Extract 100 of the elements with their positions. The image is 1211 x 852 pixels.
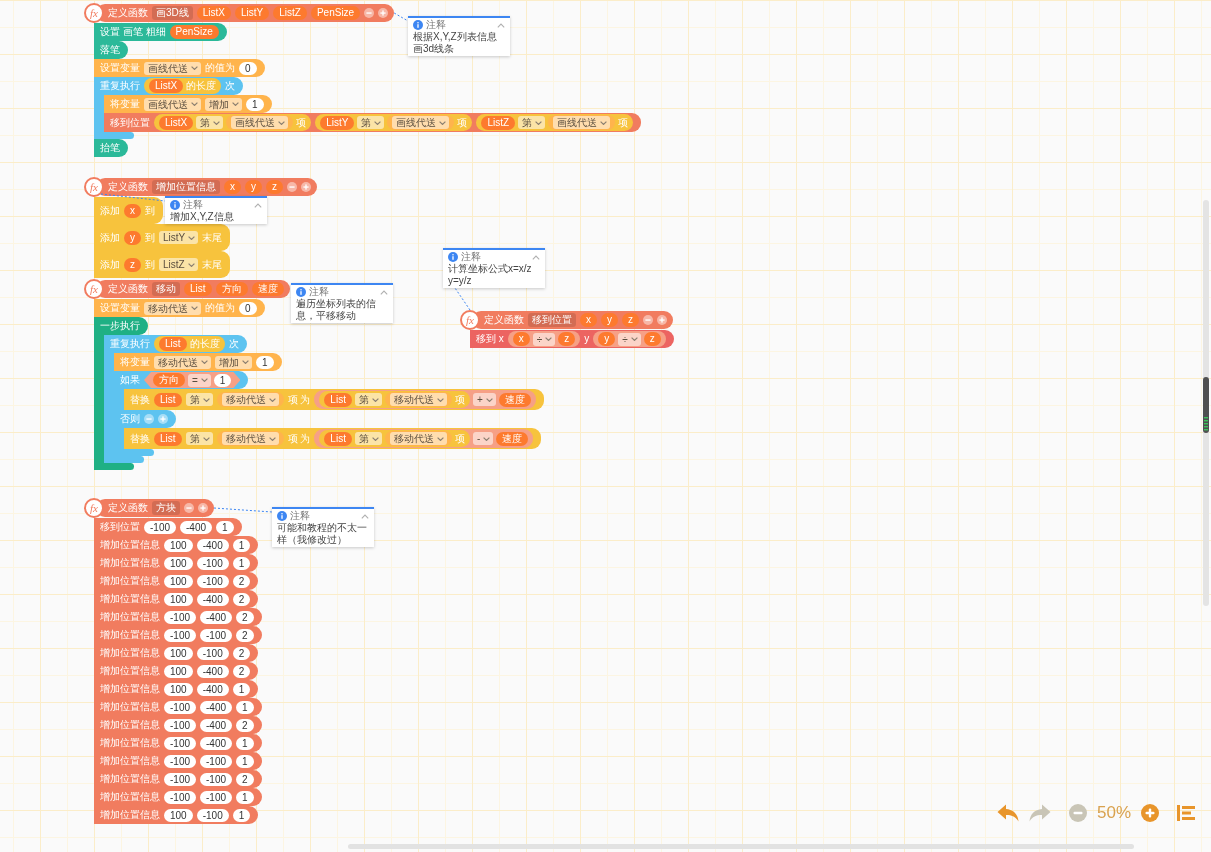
dropdown-field[interactable]: + xyxy=(472,393,496,406)
number-field[interactable]: -100 xyxy=(196,556,229,570)
number-field[interactable]: 1 xyxy=(236,700,254,714)
math-reporter[interactable]: List 第 移动代送 项 - 速度 xyxy=(314,429,534,448)
dropdown-field[interactable]: 画线代送 xyxy=(144,97,201,111)
variable-block[interactable]: 设置变量 移动代送 的值为 0 xyxy=(94,299,265,317)
number-field[interactable]: -100 xyxy=(164,754,196,768)
dropdown-field[interactable]: 画线代送 xyxy=(144,61,201,75)
variable-block[interactable]: 将变量 移动代送 增加 1 xyxy=(114,353,282,371)
number-field[interactable]: 2 xyxy=(236,610,254,624)
math-reporter[interactable]: x ÷ z xyxy=(507,331,581,347)
chevron-up-icon[interactable] xyxy=(361,513,369,519)
list-block[interactable]: 添加 y 到 ListY 末尾 xyxy=(94,224,231,251)
number-field[interactable]: -400 xyxy=(196,664,229,678)
function-call-block[interactable]: 增加位置信息 -100 -400 1 xyxy=(94,698,262,716)
math-reporter[interactable]: List 第 移动代送 项 + 速度 xyxy=(314,390,536,409)
number-field[interactable]: -100 xyxy=(196,808,229,822)
list-item-reporter[interactable]: ListZ 第 画线代送 项 xyxy=(476,114,634,131)
function-call-block[interactable]: 增加位置信息 -100 -100 1 xyxy=(94,788,262,806)
dropdown-field[interactable]: 移动代送 xyxy=(221,432,279,445)
number-field[interactable]: 1 xyxy=(232,556,251,570)
dropdown-field[interactable]: ListZ xyxy=(159,258,198,271)
number-field[interactable]: -100 xyxy=(200,754,233,768)
number-field[interactable]: 100 xyxy=(164,808,193,822)
number-field[interactable]: 1 xyxy=(236,790,254,804)
number-field[interactable]: 1 xyxy=(236,736,254,750)
number-field[interactable]: -400 xyxy=(180,520,213,534)
chevron-up-icon[interactable] xyxy=(380,289,388,295)
chevron-up-icon[interactable] xyxy=(532,254,540,260)
number-field[interactable]: -100 xyxy=(164,772,196,786)
variable-getter[interactable]: 画线代送 xyxy=(548,115,616,130)
variable-getter[interactable]: 移动代送 xyxy=(216,431,284,446)
number-field[interactable]: -100 xyxy=(164,700,196,714)
variable-block[interactable]: 设置变量 画线代送 的值为 0 xyxy=(94,59,265,77)
align-left-icon[interactable] xyxy=(1177,805,1196,821)
if-block[interactable]: 如果 方向 = 1 xyxy=(114,371,249,389)
function-call-block[interactable]: 增加位置信息 100 -100 1 xyxy=(94,554,259,572)
list-block[interactable]: 添加 z 到 ListZ 末尾 xyxy=(94,251,230,278)
dropdown-field[interactable]: 增加 xyxy=(215,355,252,369)
number-field[interactable]: 100 xyxy=(164,556,193,570)
function-call-block[interactable]: 移到位置 ListX 第 画线代送 项 ListY 第 画线代送 项 ListZ 第 画线代送 项 xyxy=(104,113,642,132)
list-item-reporter[interactable]: ListX 第 画线代送 项 xyxy=(154,114,312,131)
dropdown-field[interactable]: 移动代送 xyxy=(144,301,201,315)
plus-circle-icon[interactable] xyxy=(378,8,389,18)
number-field[interactable]: -100 xyxy=(200,790,233,804)
variable-getter[interactable]: 移动代送 xyxy=(216,392,284,407)
math-reporter[interactable]: y ÷ z xyxy=(593,331,666,347)
chevron-up-icon[interactable] xyxy=(254,202,262,208)
dropdown-field[interactable]: 画线代送 xyxy=(392,116,450,129)
number-field[interactable]: 2 xyxy=(236,772,254,786)
number-field[interactable]: -100 xyxy=(144,520,176,534)
function-call-block[interactable]: 增加位置信息 100 -400 2 xyxy=(94,590,259,608)
variable-getter[interactable]: 移动代送 xyxy=(384,392,452,407)
function-call-block[interactable]: 增加位置信息 -100 -100 1 xyxy=(94,752,262,770)
number-field[interactable]: 0 xyxy=(239,61,257,75)
number-field[interactable]: 100 xyxy=(164,664,193,678)
dropdown-field[interactable]: ÷ xyxy=(618,332,641,346)
function-call-block[interactable]: 移到位置 -100 -400 1 xyxy=(94,518,242,536)
function-call-block[interactable]: 增加位置信息 -100 -400 2 xyxy=(94,608,262,626)
number-field[interactable]: 1 xyxy=(232,682,251,696)
number-field[interactable]: -100 xyxy=(164,610,196,624)
number-field[interactable]: -400 xyxy=(196,538,229,552)
function-call-block[interactable]: 增加位置信息 -100 -100 2 xyxy=(94,770,262,788)
number-field[interactable]: 100 xyxy=(164,682,193,696)
dropdown-field[interactable]: = xyxy=(188,373,211,387)
dropdown-field[interactable]: - xyxy=(472,432,494,445)
dropdown-field[interactable]: 移动代送 xyxy=(389,432,447,445)
number-field[interactable]: -100 xyxy=(200,628,233,642)
number-field[interactable]: -100 xyxy=(164,718,196,732)
vertical-scrollbar-thumb[interactable] xyxy=(1203,377,1209,433)
number-field[interactable]: -400 xyxy=(200,610,233,624)
number-field[interactable]: -100 xyxy=(164,736,196,750)
horizontal-scrollbar[interactable] xyxy=(348,844,1134,849)
number-field[interactable]: -100 xyxy=(196,574,229,588)
number-field[interactable]: 2 xyxy=(232,646,251,660)
number-field[interactable]: 2 xyxy=(236,628,254,642)
number-field[interactable]: -400 xyxy=(200,700,233,714)
chevron-up-icon[interactable] xyxy=(497,22,505,28)
dropdown-field[interactable]: ListY xyxy=(159,231,199,244)
number-field[interactable]: 2 xyxy=(232,574,251,588)
number-field[interactable]: 100 xyxy=(164,538,193,552)
dropdown-field[interactable]: 移动代送 xyxy=(221,393,279,406)
number-field[interactable]: 1 xyxy=(256,355,274,369)
number-field[interactable]: -400 xyxy=(196,592,229,606)
condition-block[interactable]: 方向 = 1 xyxy=(144,372,241,388)
dropdown-field[interactable]: 第 xyxy=(185,393,213,406)
list-item-reporter[interactable]: List 第 移动代送 项 xyxy=(319,430,470,447)
number-field[interactable]: 1 xyxy=(246,97,264,111)
function-call-block[interactable]: 增加位置信息 100 -400 2 xyxy=(94,662,259,680)
plus-circle-icon[interactable] xyxy=(301,182,311,192)
number-field[interactable]: 1 xyxy=(216,520,234,534)
function-call-block[interactable]: 增加位置信息 100 -100 2 xyxy=(94,572,259,590)
number-field[interactable]: 2 xyxy=(236,718,254,732)
list-block[interactable]: 替换 List 第 移动代送 项 为 List 第 移动代送 项 - 速度 xyxy=(124,428,542,449)
number-field[interactable]: -100 xyxy=(200,772,233,786)
minus-circle-icon[interactable] xyxy=(364,8,375,18)
variable-getter[interactable]: 画线代送 xyxy=(387,115,455,130)
function-call-block[interactable]: 增加位置信息 -100 -100 2 xyxy=(94,626,262,644)
minus-circle-icon[interactable] xyxy=(184,503,194,513)
number-field[interactable]: 100 xyxy=(164,574,193,588)
